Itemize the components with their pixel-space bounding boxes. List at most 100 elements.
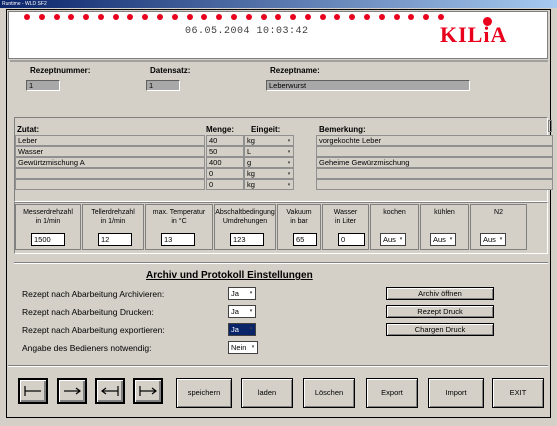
dot-icon [230,14,237,20]
einheit-value: kg [247,169,255,178]
dot-icon [260,14,267,20]
bemerkung-cell[interactable] [316,146,553,157]
einheit-value: kg [247,180,255,189]
next-record-button[interactable] [57,378,87,404]
rezeptnummer-field[interactable]: 1 [26,80,60,91]
loeschen-button[interactable]: Löschen [303,378,355,408]
einheit-dropdown[interactable]: kg ▾ [244,168,294,179]
rezeptname-field[interactable]: Leberwurst [266,80,470,91]
bemerkung-cell[interactable]: vorgekochte Leber [316,135,553,146]
setting-dropdown[interactable]: Ja ▾ [228,305,256,318]
export-button[interactable]: Export [366,378,418,408]
parameter-label: Vakuum [286,209,312,216]
parameter-input[interactable]: 65 [293,233,317,246]
setting-label: Angabe des Bedieners notwendig: [22,343,152,353]
chargen-druck-button[interactable]: Chargen Druck [386,323,494,336]
dropdown-arrow-icon: ▾ [499,236,503,242]
setting-label: Rezept nach Abarbeitung Drucken: [22,307,154,317]
datetime-display: 06.05.2004 10:03:42 [185,26,309,37]
bemerkung-cell[interactable]: Geheime Gewürzmischung [316,157,553,168]
zutat-cell[interactable] [15,168,205,179]
dropdown-value: Aus [483,235,496,244]
zutat-header: Zutat: [17,125,40,134]
einheit-value: kg [247,136,255,145]
last-record-button[interactable] [133,378,163,404]
dot-icon [127,14,134,20]
parameter-dropdown[interactable]: Aus ▾ [480,233,506,246]
menge-cell[interactable]: 50 [206,146,244,157]
zutat-cell[interactable] [15,179,205,190]
parameter-input[interactable]: 0 [338,233,365,246]
bemerkung-cell[interactable] [316,179,553,190]
speichern-button[interactable]: speichern [176,378,232,408]
dropdown-arrow-icon: ▾ [287,149,291,155]
dot-icon [408,14,415,20]
dot-icon [334,14,341,20]
dropdown-arrow-icon: ▾ [287,138,291,144]
first-record-button[interactable] [18,378,48,404]
setting-value: Ja [231,325,239,334]
exit-button[interactable]: EXIT [492,378,544,408]
parameter-input[interactable]: 1500 [31,233,65,246]
parameter-label: kühlen [434,209,455,216]
dropdown-arrow-icon: ▾ [251,344,255,350]
dot-icon [363,14,370,20]
dot-icon [245,14,252,20]
dot-icon [24,14,30,20]
dot-icon [378,14,385,20]
dot-icon [319,14,326,20]
menge-cell[interactable]: 0 [206,179,244,190]
dropdown-value: Aus [383,235,396,244]
divider [10,60,548,62]
setting-value: Ja [231,307,239,316]
einheit-dropdown[interactable]: g ▾ [244,157,294,168]
parameter-unit: in °C [171,218,187,225]
parameter-unit: in bar [290,218,308,225]
parameter-input[interactable]: 13 [161,233,195,246]
rezept-druck-button[interactable]: Rezept Druck [386,305,494,318]
setting-label: Rezept nach Abarbeitung exportieren: [22,325,165,335]
menge-cell[interactable]: 0 [206,168,244,179]
bemerkung-header-box [548,120,552,132]
dot-icon [157,14,164,20]
zutat-cell[interactable]: Leber [15,135,205,146]
dot-icon [275,14,282,20]
dropdown-arrow-icon: ▾ [399,236,403,242]
setting-dropdown[interactable]: Ja ▾ [228,287,256,300]
laden-button[interactable]: laden [241,378,293,408]
previous-record-button[interactable] [95,378,125,404]
einheit-dropdown[interactable]: kg ▾ [244,135,294,146]
datensatz-field[interactable]: 1 [146,80,180,91]
dropdown-arrow-icon: ▾ [287,160,291,166]
dot-icon [423,14,430,20]
arrow-right-icon [64,387,81,395]
parameter-label: Wasser [333,209,358,216]
dropdown-arrow-icon: ▾ [449,236,453,242]
menge-cell[interactable]: 40 [206,135,244,146]
setting-dropdown[interactable]: Nein ▾ [228,341,258,354]
einheit-dropdown[interactable]: L ▾ [244,146,294,157]
bemerkung-header: Bemerkung: [319,125,366,134]
decorative-dots [24,14,444,22]
setting-value: Nein [231,343,247,352]
bemerkung-cell[interactable] [316,168,553,179]
dot-icon [83,14,90,20]
setting-value: Ja [231,289,239,298]
parameter-label: Messerdrehzahl [23,209,73,216]
import-button[interactable]: Import [428,378,484,408]
dot-icon [142,14,149,20]
einheit-dropdown[interactable]: kg ▾ [244,179,294,190]
zutat-cell[interactable]: Wasser [15,146,205,157]
menge-cell[interactable]: 400 [206,157,244,168]
parameter-input[interactable]: 12 [98,233,132,246]
setting-dropdown[interactable]: Ja ▾ [228,323,256,336]
parameter-unit: in Liter [334,218,356,225]
dropdown-arrow-icon: ▾ [287,171,291,177]
archiv-oeffnen-button[interactable]: Archiv öffnen [386,287,494,300]
parameter-dropdown[interactable]: Aus ▾ [380,233,406,246]
settings-title: Archiv und Protokoll Einstellungen [146,270,313,281]
zutat-cell[interactable]: Gewürtzmischung A [15,157,205,168]
parameter-dropdown[interactable]: Aus ▾ [430,233,456,246]
parameter-input[interactable]: 123 [230,233,264,246]
dot-icon [186,14,193,20]
